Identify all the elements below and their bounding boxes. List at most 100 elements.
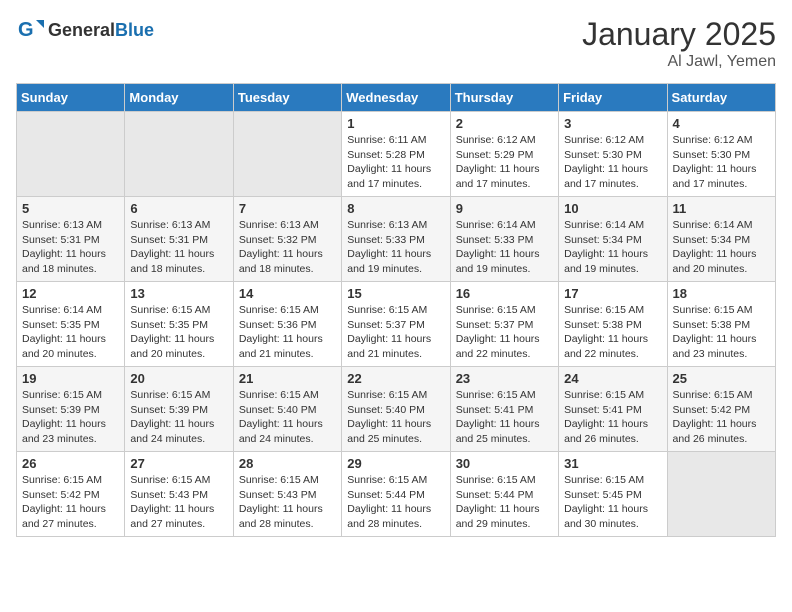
- weekday-header-sunday: Sunday: [17, 84, 125, 112]
- calendar-cell: 6Sunrise: 6:13 AM Sunset: 5:31 PM Daylig…: [125, 197, 233, 282]
- calendar-cell: 2 Sunrise: 6:12 AM Sunset: 5:29 PM Daylig…: [450, 112, 558, 197]
- calendar-cell: 29 Sunrise: 6:15 AM Sunset: 5:44 PM Dayli…: [342, 452, 450, 537]
- day-number: 18: [673, 286, 770, 301]
- cell-detail: Sunrise: 6:15 AM Sunset: 5:40 PM Dayligh…: [239, 388, 336, 447]
- day-number: 3: [564, 116, 661, 131]
- calendar-cell: 1Sunrise: 6:11 AM Sunset: 5:28 PM Daylig…: [342, 112, 450, 197]
- cell-detail: Sunrise: 6:15 AM Sunset: 5:38 PM Dayligh…: [564, 303, 661, 362]
- calendar-cell: 10 Sunrise: 6:14 AM Sunset: 5:34 PM Dayli…: [559, 197, 667, 282]
- calendar-week-row: 12 Sunrise: 6:14 AM Sunset: 5:35 PM Dayli…: [17, 282, 776, 367]
- cell-detail: Sunrise: 6:15 AM Sunset: 5:43 PM Dayligh…: [239, 473, 336, 532]
- cell-detail: Sunrise: 6:15 AM Sunset: 5:45 PM Dayligh…: [564, 473, 661, 532]
- day-number: 10: [564, 201, 661, 216]
- cell-detail: Sunrise: 6:15 AM Sunset: 5:36 PM Dayligh…: [239, 303, 336, 362]
- day-number: 19: [22, 371, 119, 386]
- day-number: 13: [130, 286, 227, 301]
- cell-detail: Sunrise: 6:13 AM Sunset: 5:31 PM Dayligh…: [130, 218, 227, 277]
- calendar-cell: 28 Sunrise: 6:15 AM Sunset: 5:43 PM Dayli…: [233, 452, 341, 537]
- day-number: 23: [456, 371, 553, 386]
- day-number: 4: [673, 116, 770, 131]
- cell-detail: Sunrise: 6:15 AM Sunset: 5:42 PM Dayligh…: [22, 473, 119, 532]
- calendar-week-row: 1Sunrise: 6:11 AM Sunset: 5:28 PM Daylig…: [17, 112, 776, 197]
- calendar-cell: 16 Sunrise: 6:15 AM Sunset: 5:37 PM Dayli…: [450, 282, 558, 367]
- weekday-header-tuesday: Tuesday: [233, 84, 341, 112]
- calendar-cell: 18 Sunrise: 6:15 AM Sunset: 5:38 PM Dayli…: [667, 282, 775, 367]
- calendar-cell: [667, 452, 775, 537]
- calendar-cell: 9 Sunrise: 6:14 AM Sunset: 5:33 PM Daylig…: [450, 197, 558, 282]
- day-number: 28: [239, 456, 336, 471]
- title-area: January 2025 Al Jawl, Yemen: [582, 16, 776, 71]
- logo-icon: G: [16, 16, 44, 44]
- weekday-header-saturday: Saturday: [667, 84, 775, 112]
- calendar-cell: 3 Sunrise: 6:12 AM Sunset: 5:30 PM Daylig…: [559, 112, 667, 197]
- cell-detail: Sunrise: 6:15 AM Sunset: 5:44 PM Dayligh…: [456, 473, 553, 532]
- day-number: 26: [22, 456, 119, 471]
- weekday-header-row: SundayMondayTuesdayWednesdayThursdayFrid…: [17, 84, 776, 112]
- cell-detail: Sunrise: 6:15 AM Sunset: 5:44 PM Dayligh…: [347, 473, 444, 532]
- cell-detail: Sunrise: 6:15 AM Sunset: 5:39 PM Dayligh…: [22, 388, 119, 447]
- day-number: 27: [130, 456, 227, 471]
- day-number: 21: [239, 371, 336, 386]
- cell-detail: Sunrise: 6:11 AM Sunset: 5:28 PM Dayligh…: [347, 133, 444, 192]
- day-number: 15: [347, 286, 444, 301]
- cell-detail: Sunrise: 6:14 AM Sunset: 5:33 PM Dayligh…: [456, 218, 553, 277]
- day-number: 17: [564, 286, 661, 301]
- calendar-cell: [17, 112, 125, 197]
- day-number: 20: [130, 371, 227, 386]
- day-number: 24: [564, 371, 661, 386]
- calendar-cell: 19 Sunrise: 6:15 AM Sunset: 5:39 PM Dayli…: [17, 367, 125, 452]
- logo: G GeneralBlue: [16, 16, 154, 44]
- cell-detail: Sunrise: 6:12 AM Sunset: 5:30 PM Dayligh…: [564, 133, 661, 192]
- svg-text:G: G: [18, 19, 34, 41]
- calendar-cell: 22Sunrise: 6:15 AM Sunset: 5:40 PM Dayli…: [342, 367, 450, 452]
- cell-detail: Sunrise: 6:15 AM Sunset: 5:37 PM Dayligh…: [456, 303, 553, 362]
- cell-detail: Sunrise: 6:15 AM Sunset: 5:38 PM Dayligh…: [673, 303, 770, 362]
- cell-detail: Sunrise: 6:15 AM Sunset: 5:39 PM Dayligh…: [130, 388, 227, 447]
- weekday-header-monday: Monday: [125, 84, 233, 112]
- cell-detail: Sunrise: 6:12 AM Sunset: 5:30 PM Dayligh…: [673, 133, 770, 192]
- header: G GeneralBlue January 2025 Al Jawl, Yeme…: [16, 16, 776, 71]
- day-number: 8: [347, 201, 444, 216]
- day-number: 25: [673, 371, 770, 386]
- cell-detail: Sunrise: 6:15 AM Sunset: 5:42 PM Dayligh…: [673, 388, 770, 447]
- calendar-cell: 4 Sunrise: 6:12 AM Sunset: 5:30 PM Daylig…: [667, 112, 775, 197]
- cell-detail: Sunrise: 6:14 AM Sunset: 5:35 PM Dayligh…: [22, 303, 119, 362]
- calendar-cell: 26 Sunrise: 6:15 AM Sunset: 5:42 PM Dayli…: [17, 452, 125, 537]
- calendar-cell: 25 Sunrise: 6:15 AM Sunset: 5:42 PM Dayli…: [667, 367, 775, 452]
- calendar-cell: 5Sunrise: 6:13 AM Sunset: 5:31 PM Daylig…: [17, 197, 125, 282]
- calendar-cell: 30Sunrise: 6:15 AM Sunset: 5:44 PM Dayli…: [450, 452, 558, 537]
- cell-detail: Sunrise: 6:14 AM Sunset: 5:34 PM Dayligh…: [564, 218, 661, 277]
- cell-detail: Sunrise: 6:13 AM Sunset: 5:31 PM Dayligh…: [22, 218, 119, 277]
- day-number: 2: [456, 116, 553, 131]
- calendar-cell: 7 Sunrise: 6:13 AM Sunset: 5:32 PM Daylig…: [233, 197, 341, 282]
- calendar-week-row: 5Sunrise: 6:13 AM Sunset: 5:31 PM Daylig…: [17, 197, 776, 282]
- day-number: 7: [239, 201, 336, 216]
- day-number: 22: [347, 371, 444, 386]
- calendar-cell: 8 Sunrise: 6:13 AM Sunset: 5:33 PM Daylig…: [342, 197, 450, 282]
- calendar-week-row: 26 Sunrise: 6:15 AM Sunset: 5:42 PM Dayli…: [17, 452, 776, 537]
- cell-detail: Sunrise: 6:12 AM Sunset: 5:29 PM Dayligh…: [456, 133, 553, 192]
- cell-detail: Sunrise: 6:15 AM Sunset: 5:37 PM Dayligh…: [347, 303, 444, 362]
- day-number: 14: [239, 286, 336, 301]
- cell-detail: Sunrise: 6:13 AM Sunset: 5:33 PM Dayligh…: [347, 218, 444, 277]
- day-number: 12: [22, 286, 119, 301]
- weekday-header-thursday: Thursday: [450, 84, 558, 112]
- weekday-header-friday: Friday: [559, 84, 667, 112]
- calendar-cell: [233, 112, 341, 197]
- calendar-cell: 20 Sunrise: 6:15 AM Sunset: 5:39 PM Dayli…: [125, 367, 233, 452]
- cell-detail: Sunrise: 6:15 AM Sunset: 5:43 PM Dayligh…: [130, 473, 227, 532]
- cell-detail: Sunrise: 6:14 AM Sunset: 5:34 PM Dayligh…: [673, 218, 770, 277]
- day-number: 29: [347, 456, 444, 471]
- cell-detail: Sunrise: 6:15 AM Sunset: 5:41 PM Dayligh…: [564, 388, 661, 447]
- calendar-cell: 21 Sunrise: 6:15 AM Sunset: 5:40 PM Dayli…: [233, 367, 341, 452]
- day-number: 11: [673, 201, 770, 216]
- day-number: 9: [456, 201, 553, 216]
- cell-detail: Sunrise: 6:13 AM Sunset: 5:32 PM Dayligh…: [239, 218, 336, 277]
- calendar-week-row: 19 Sunrise: 6:15 AM Sunset: 5:39 PM Dayli…: [17, 367, 776, 452]
- location: Al Jawl, Yemen: [582, 53, 776, 71]
- day-number: 16: [456, 286, 553, 301]
- logo-text-blue: Blue: [115, 20, 154, 41]
- month-year: January 2025: [582, 16, 776, 53]
- calendar-cell: 12 Sunrise: 6:14 AM Sunset: 5:35 PM Dayli…: [17, 282, 125, 367]
- calendar-cell: 31Sunrise: 6:15 AM Sunset: 5:45 PM Dayli…: [559, 452, 667, 537]
